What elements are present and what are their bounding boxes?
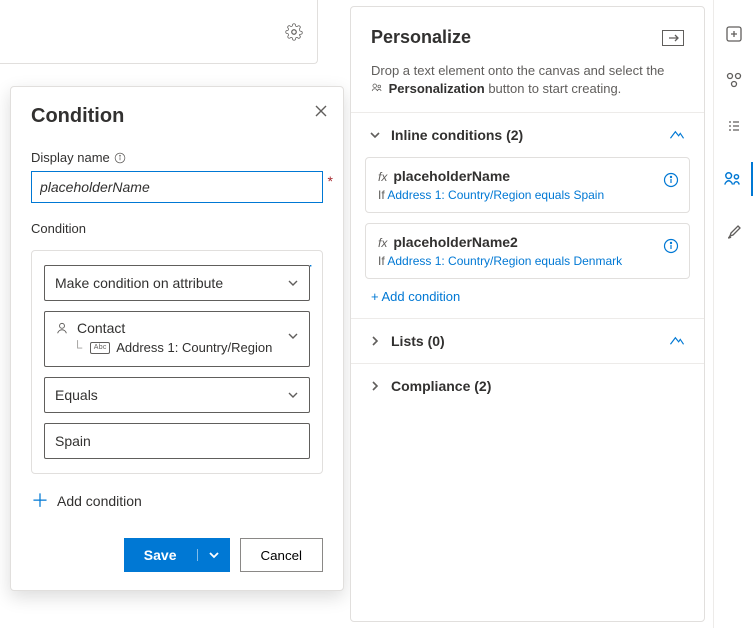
- gear-icon[interactable]: [285, 23, 303, 41]
- condition-label: Condition: [31, 221, 323, 236]
- collapse-panel-icon[interactable]: [662, 30, 684, 46]
- section-lists: Lists (0): [351, 318, 704, 363]
- personalization-icon: [371, 82, 383, 94]
- section-inline-conditions: Inline conditions (2) fxplaceholderName …: [351, 112, 704, 318]
- panel-title: Personalize: [371, 27, 471, 48]
- fx-icon: fx: [378, 170, 387, 184]
- text-field-icon: Abc: [90, 342, 110, 354]
- canvas-toolbar: [0, 0, 318, 64]
- chevron-down-icon: [287, 330, 299, 342]
- section-lists-header[interactable]: Lists (0): [351, 319, 704, 363]
- section-compliance-header[interactable]: Compliance (2): [351, 364, 704, 408]
- display-name-input[interactable]: [31, 171, 323, 203]
- fx-icon: fx: [378, 236, 387, 250]
- add-condition-button[interactable]: ＋ Add condition: [31, 492, 323, 510]
- close-icon[interactable]: [313, 103, 329, 119]
- chevron-down-icon: [369, 129, 383, 141]
- right-rail: [713, 0, 753, 628]
- chevron-down-icon: [287, 389, 299, 401]
- chevron-right-icon: [369, 335, 383, 347]
- attribute-select[interactable]: Contact └ Abc Address 1: Country/Region: [44, 311, 310, 367]
- personalize-tab-icon[interactable]: [714, 162, 753, 196]
- info-icon[interactable]: [663, 172, 679, 188]
- display-name-label: Display name: [31, 150, 323, 165]
- contact-icon: [55, 321, 69, 335]
- list-tab-icon[interactable]: [724, 116, 744, 136]
- add-tab-icon[interactable]: [724, 24, 744, 44]
- save-split-button[interactable]: [197, 549, 230, 561]
- panel-description: Drop a text element onto the canvas and …: [351, 62, 704, 112]
- personalize-panel: Personalize Drop a text element onto the…: [350, 6, 705, 622]
- edit-icon[interactable]: [668, 334, 686, 348]
- info-icon[interactable]: [663, 238, 679, 254]
- condition-card[interactable]: fxplaceholderName2 If Address 1: Country…: [365, 223, 690, 279]
- required-mark: *: [328, 173, 333, 189]
- brush-tab-icon[interactable]: [724, 222, 744, 242]
- condition-builder: ⋯ Make condition on attribute Contact └ …: [31, 250, 323, 474]
- cancel-button[interactable]: Cancel: [240, 538, 324, 572]
- edit-icon[interactable]: [668, 128, 686, 142]
- settings-tab-icon[interactable]: [724, 70, 744, 90]
- operator-select[interactable]: Equals: [44, 377, 310, 413]
- condition-card[interactable]: fxplaceholderName If Address 1: Country/…: [365, 157, 690, 213]
- condition-type-select[interactable]: Make condition on attribute: [44, 265, 310, 301]
- chevron-down-icon: [287, 277, 299, 289]
- condition-dialog: Condition Display name * Condition ⋯ Mak…: [10, 86, 344, 591]
- info-icon[interactable]: [114, 152, 126, 164]
- value-input[interactable]: Spain: [44, 423, 310, 459]
- save-button[interactable]: Save: [124, 538, 230, 572]
- section-inline-header[interactable]: Inline conditions (2): [351, 113, 704, 157]
- dialog-title: Condition: [31, 105, 323, 128]
- section-compliance: Compliance (2): [351, 363, 704, 408]
- plus-icon: ＋: [31, 492, 49, 510]
- chevron-right-icon: [369, 380, 383, 392]
- add-condition-link[interactable]: + Add condition: [365, 289, 690, 304]
